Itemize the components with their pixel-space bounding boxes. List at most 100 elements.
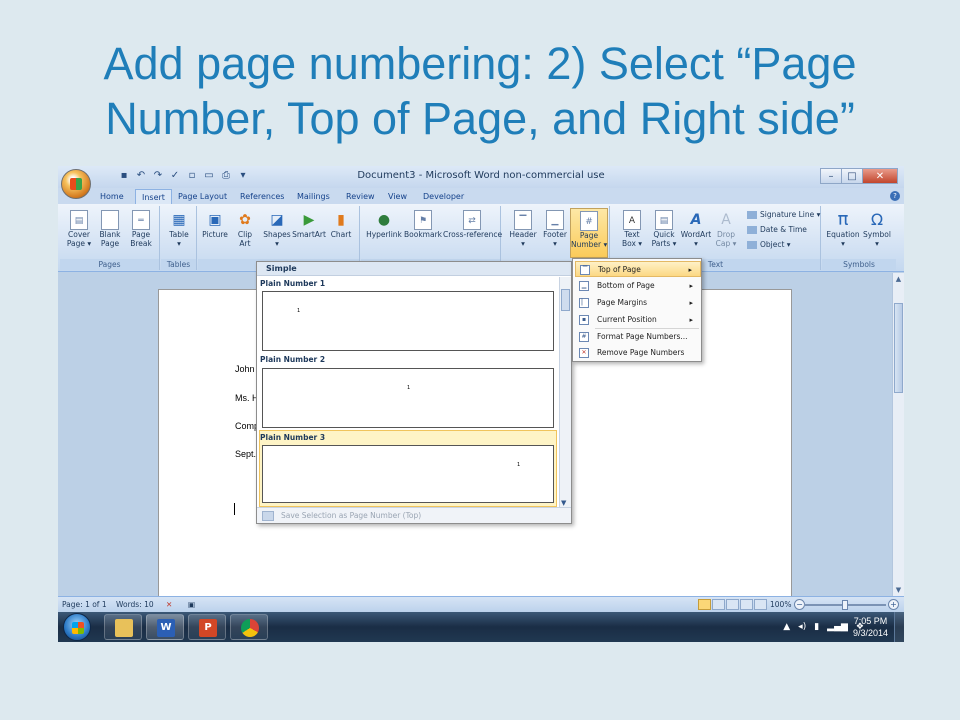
menu-item-current-position[interactable]: ▪ Current Position ▸ bbox=[575, 312, 701, 328]
drop-cap-button[interactable]: A Drop Cap ▾ bbox=[709, 208, 743, 258]
bookmark-button[interactable]: ⚑ Bookmark bbox=[404, 208, 442, 258]
wordart-icon: A bbox=[690, 212, 702, 228]
quick-parts-icon: ▤ bbox=[655, 210, 673, 230]
submenu-arrow-icon: ▸ bbox=[688, 266, 692, 274]
gallery-scrollbar[interactable]: ▼ bbox=[559, 277, 571, 509]
page-count[interactable]: Page: 1 of 1 bbox=[62, 597, 107, 613]
tab-review[interactable]: Review bbox=[340, 189, 381, 204]
word-count[interactable]: Words: 10 bbox=[116, 597, 154, 613]
clip-art-icon: ✿ bbox=[239, 212, 251, 228]
print-layout-view-button[interactable] bbox=[698, 599, 711, 610]
tab-view[interactable]: View bbox=[382, 189, 413, 204]
table-button[interactable]: ▦ Table ▾ bbox=[162, 208, 196, 258]
gallery-item-plain-number-3[interactable]: 1 bbox=[262, 445, 554, 503]
menu-item-top-of-page[interactable]: ▔ Top of Page ▸ bbox=[575, 261, 701, 277]
tab-page-layout[interactable]: Page Layout bbox=[172, 189, 233, 204]
start-button[interactable] bbox=[63, 613, 91, 641]
smartart-button[interactable]: ▶ SmartArt bbox=[292, 208, 326, 258]
outline-view-button[interactable] bbox=[740, 599, 753, 610]
close-button[interactable]: ✕ bbox=[862, 168, 898, 184]
taskbar-powerpoint[interactable]: P bbox=[188, 614, 226, 640]
scroll-thumb[interactable] bbox=[894, 303, 903, 393]
zoom-slider-knob[interactable] bbox=[842, 600, 848, 610]
menu-item-bottom-of-page[interactable]: ▁ Bottom of Page ▸ bbox=[575, 278, 701, 294]
page-break-button[interactable]: ═ Page Break bbox=[124, 208, 158, 258]
clock[interactable]: 7:05 PM 9/3/2014 bbox=[853, 615, 888, 639]
wordart-label-1: WordArt bbox=[680, 230, 712, 239]
object-button[interactable]: Object ▾ bbox=[747, 240, 791, 249]
proofing-icon[interactable]: ✕ bbox=[166, 597, 172, 613]
zoom-level[interactable]: 100% bbox=[770, 597, 791, 613]
windows-taskbar: W P ▲ ◂) ▮ ▂▄▆ ❖ 7:05 PM 9/3/2014 bbox=[58, 612, 904, 642]
wordart-button[interactable]: A WordArt ▾ bbox=[679, 208, 713, 258]
menu-label-format-page-numbers: Format Page Numbers... bbox=[597, 332, 688, 341]
date-time-button[interactable]: Date & Time bbox=[747, 225, 807, 234]
page-number-icon: # bbox=[580, 211, 598, 231]
office-button[interactable] bbox=[61, 169, 91, 199]
shapes-button[interactable]: ◪ Shapes ▾ bbox=[260, 208, 294, 258]
format-page-numbers-icon: # bbox=[579, 332, 589, 342]
help-icon[interactable]: ? bbox=[890, 191, 900, 201]
zoom-slider[interactable] bbox=[804, 600, 886, 610]
chart-button[interactable]: ▮ Chart bbox=[324, 208, 358, 258]
maximize-button[interactable]: □ bbox=[841, 168, 863, 184]
page-number-button[interactable]: # Page Number ▾ bbox=[570, 208, 608, 258]
tab-references[interactable]: References bbox=[234, 189, 290, 204]
minimize-button[interactable]: – bbox=[820, 168, 842, 184]
show-desktop-button[interactable] bbox=[894, 612, 904, 642]
taskbar-explorer[interactable] bbox=[104, 614, 142, 640]
scroll-down-icon[interactable]: ▼ bbox=[893, 586, 904, 594]
vertical-scrollbar[interactable]: ▲ ▼ bbox=[892, 273, 904, 596]
preview-number-center: 1 bbox=[407, 385, 411, 391]
scroll-up-icon[interactable]: ▲ bbox=[893, 275, 904, 283]
tab-developer[interactable]: Developer bbox=[417, 189, 470, 204]
text-box-button[interactable]: A Text Box ▾ bbox=[615, 208, 649, 258]
header-button[interactable]: ▔ Header ▾ bbox=[506, 208, 540, 258]
drop-cap-label-2: Cap ▾ bbox=[715, 239, 737, 248]
menu-item-page-margins[interactable]: ▏ Page Margins ▸ bbox=[575, 295, 701, 311]
menu-item-format-page-numbers[interactable]: # Format Page Numbers... bbox=[575, 329, 701, 345]
status-bar: Page: 1 of 1 Words: 10 ✕ ▣ 100% − + bbox=[58, 596, 904, 612]
group-pages: ▤ Cover Page ▾ Blank Page ═ Page Break P… bbox=[60, 206, 160, 270]
picture-button[interactable]: ▣ Picture bbox=[198, 208, 232, 258]
preview-number-right: 1 bbox=[517, 462, 521, 468]
macro-record-icon[interactable]: ▣ bbox=[188, 597, 195, 613]
show-hidden-icons-icon[interactable]: ▲ bbox=[783, 622, 790, 632]
tab-home[interactable]: Home bbox=[94, 189, 130, 204]
taskbar-chrome[interactable] bbox=[230, 614, 268, 640]
volume-icon[interactable]: ◂) bbox=[798, 622, 806, 632]
battery-icon[interactable]: ▮ bbox=[814, 622, 819, 632]
draft-view-button[interactable] bbox=[754, 599, 767, 610]
network-icon[interactable]: ▂▄▆ bbox=[827, 622, 848, 632]
hyperlink-button[interactable]: ● Hyperlink bbox=[364, 208, 404, 258]
picture-label: Picture bbox=[202, 230, 228, 239]
object-icon bbox=[747, 241, 757, 249]
equation-button[interactable]: π Equation ▾ bbox=[824, 208, 862, 258]
gallery-item-plain-number-1[interactable]: 1 bbox=[262, 291, 554, 351]
shapes-label-2: ▾ bbox=[275, 239, 279, 248]
footer-button[interactable]: ▁ Footer ▾ bbox=[538, 208, 572, 258]
quick-parts-button[interactable]: ▤ Quick Parts ▾ bbox=[647, 208, 681, 258]
menu-item-remove-page-numbers[interactable]: ✕ Remove Page Numbers bbox=[575, 345, 701, 361]
signature-line-button[interactable]: Signature Line ▾ bbox=[747, 210, 820, 219]
gallery-scroll-down-icon[interactable]: ▼ bbox=[561, 499, 566, 507]
cross-reference-button[interactable]: ⇄ Cross-reference bbox=[443, 208, 502, 258]
gallery-item-plain-number-2[interactable]: 1 bbox=[262, 368, 554, 428]
tab-insert[interactable]: Insert bbox=[135, 189, 172, 204]
web-layout-view-button[interactable] bbox=[726, 599, 739, 610]
hyperlink-globe-icon: ● bbox=[377, 212, 391, 228]
taskbar-word[interactable]: W bbox=[146, 614, 184, 640]
zoom-in-button[interactable]: + bbox=[888, 599, 899, 610]
blank-page-button[interactable]: Blank Page bbox=[93, 208, 127, 258]
group-label-symbols: Symbols bbox=[822, 259, 896, 270]
ribbon-tabs: Home Insert Page Layout References Maili… bbox=[58, 188, 904, 204]
clip-art-button[interactable]: ✿ Clip Art bbox=[228, 208, 262, 258]
full-screen-reading-view-button[interactable] bbox=[712, 599, 725, 610]
gallery-item-title-3: Plain Number 3 bbox=[260, 433, 326, 442]
gallery-scroll-thumb[interactable] bbox=[561, 289, 570, 311]
cover-page-button[interactable]: ▤ Cover Page ▾ bbox=[62, 208, 96, 258]
symbol-button[interactable]: Ω Symbol ▾ bbox=[860, 208, 894, 258]
save-selection-item[interactable]: Save Selection as Page Number (Top) bbox=[257, 507, 571, 523]
tab-mailings[interactable]: Mailings bbox=[291, 189, 336, 204]
remove-page-numbers-icon: ✕ bbox=[579, 348, 589, 358]
